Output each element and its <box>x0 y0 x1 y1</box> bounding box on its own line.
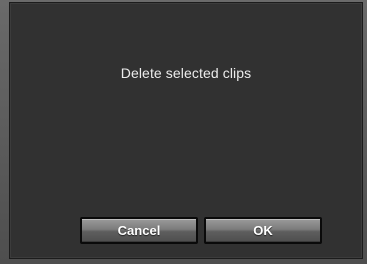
delete-clips-dialog: Delete selected clips Cancel OK <box>9 2 363 259</box>
ok-button[interactable]: OK <box>204 217 322 244</box>
dialog-message: Delete selected clips <box>120 65 252 81</box>
cancel-button[interactable]: Cancel <box>80 217 198 244</box>
